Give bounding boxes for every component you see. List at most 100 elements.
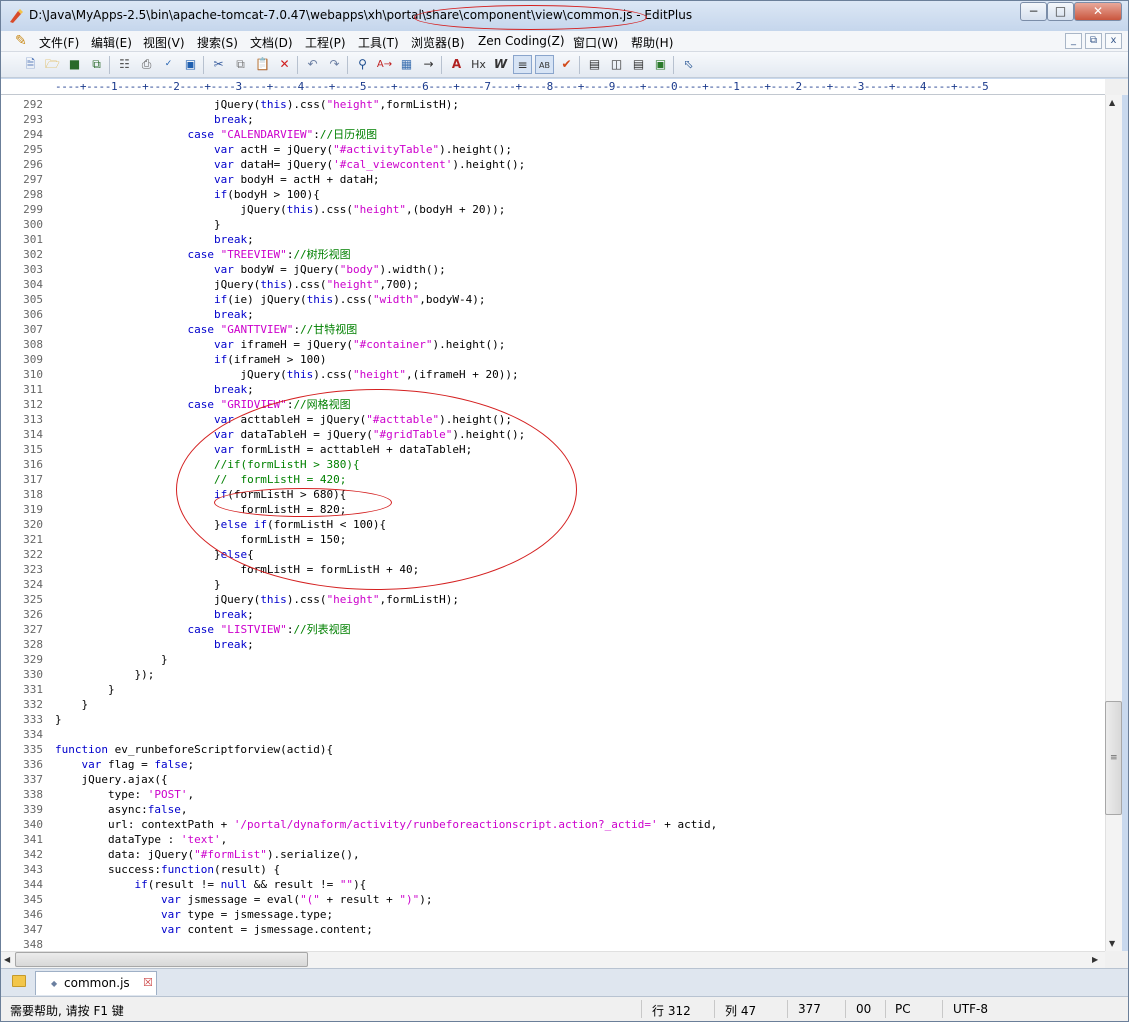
scroll-down-arrow-icon[interactable]: ▼ [1109,939,1115,948]
window-close-button[interactable]: ✕ [1074,2,1122,21]
code-line[interactable]: 303 var bodyW = jQuery("body").width(); [1,262,1105,277]
redo-icon[interactable]: ↷ [325,55,344,74]
code-line[interactable]: 345 var jsmessage = eval("(" + result + … [1,892,1105,907]
menu-edit[interactable]: 编辑(E) [91,34,132,51]
line-number-icon[interactable]: ≡ [513,55,532,74]
hx-icon[interactable]: Hx [469,55,488,74]
delete-icon[interactable]: ✕ [275,55,294,74]
scroll-left-arrow-icon[interactable]: ◀ [4,955,10,964]
new-file-icon[interactable]: 🗎 [21,55,40,74]
code-line[interactable]: 306 break; [1,307,1105,322]
code-line[interactable]: 298 if(bodyH > 100){ [1,187,1105,202]
menu-document[interactable]: 文档(D) [250,34,293,51]
code-line[interactable]: 339 async:false, [1,802,1105,817]
window-maximize-button[interactable]: □ [1047,2,1074,21]
code-line[interactable]: 314 var dataTableH = jQuery("#gridTable"… [1,427,1105,442]
code-line[interactable]: 331 } [1,682,1105,697]
code-line[interactable]: 307 case "GANTTVIEW"://甘特视图 [1,322,1105,337]
column-icon[interactable]: AB [535,55,554,74]
find-icon[interactable]: ⚲ [353,55,372,74]
code-line[interactable]: 346 var type = jsmessage.type; [1,907,1105,922]
horizontal-scroll-thumb[interactable] [15,952,308,967]
folder-icon[interactable] [12,975,26,987]
code-line[interactable]: 293 break; [1,112,1105,127]
spell-check-icon[interactable]: ✓ [159,55,178,74]
code-line[interactable]: 335 function ev_runbeforeScriptforview(ac… [1,742,1105,757]
menu-tools[interactable]: 工具(T) [358,34,399,51]
directory-icon[interactable]: ◫ [607,55,626,74]
check-icon[interactable]: ✔ [557,55,576,74]
code-line[interactable]: 294 case "CALENDARVIEW"://日历视图 [1,127,1105,142]
doc-restore-button[interactable]: ⧉ [1085,33,1102,49]
output-icon[interactable]: ▤ [629,55,648,74]
doc-close-button[interactable]: x [1105,33,1122,49]
scroll-up-arrow-icon[interactable]: ▲ [1109,98,1115,107]
menu-browser[interactable]: 浏览器(B) [411,34,465,51]
code-line[interactable]: 348 [1,937,1105,951]
code-line[interactable]: 296 var dataH= jQuery('#cal_viewcontent'… [1,157,1105,172]
doc-minimize-button[interactable]: _ [1065,33,1082,49]
goto-icon[interactable]: → [419,55,438,74]
code-line[interactable]: 330 }); [1,667,1105,682]
code-line[interactable]: 304 jQuery(this).css("height",700); [1,277,1105,292]
code-line[interactable]: 325 jQuery(this).css("height",formListH)… [1,592,1105,607]
menu-search[interactable]: 搜索(S) [197,34,238,51]
paste-icon[interactable]: 📋 [253,55,272,74]
code-line[interactable]: 292 jQuery(this).css("height",formListH)… [1,97,1105,112]
save-all-icon[interactable]: ⧉ [87,55,106,74]
code-line[interactable]: 312 case "GRIDVIEW"://网格视图 [1,397,1105,412]
cut-icon[interactable]: ✂ [209,55,228,74]
word-wrap-icon[interactable]: W [491,55,510,74]
scroll-right-arrow-icon[interactable]: ▶ [1092,955,1098,964]
code-line[interactable]: 341 dataType : 'text', [1,832,1105,847]
vertical-scrollbar[interactable] [1105,95,1122,951]
code-line[interactable]: 324 } [1,577,1105,592]
code-line[interactable]: 336 var flag = false; [1,757,1105,772]
code-line[interactable]: 347 var content = jsmessage.content; [1,922,1105,937]
code-line[interactable]: 332 } [1,697,1105,712]
code-line[interactable]: 334 [1,727,1105,742]
find-in-files-icon[interactable]: ▦ [397,55,416,74]
code-line[interactable]: 340 url: contextPath + '/portal/dynaform… [1,817,1105,832]
code-line[interactable]: 322 }else{ [1,547,1105,562]
code-line[interactable]: 310 jQuery(this).css("height",(iframeH +… [1,367,1105,382]
window-minimize-button[interactable]: − [1020,2,1047,21]
menu-help[interactable]: 帮助(H) [631,34,673,51]
copy-icon[interactable]: ⧉ [231,55,250,74]
menu-file[interactable]: 文件(F) [39,34,79,51]
code-line[interactable]: 301 break; [1,232,1105,247]
code-line[interactable]: 344 if(result != null && result != ""){ [1,877,1105,892]
font-icon[interactable]: A [447,55,466,74]
code-line[interactable]: 337 jQuery.ajax({ [1,772,1105,787]
replace-icon[interactable]: A→ [375,55,394,74]
browser-icon[interactable]: ▣ [181,55,200,74]
menu-zen-coding[interactable]: Zen Coding(Z) [478,34,565,48]
code-line[interactable]: 309 if(iframeH > 100) [1,352,1105,367]
print-preview-icon[interactable]: ☷ [115,55,134,74]
save-icon[interactable]: ■ [65,55,84,74]
help-pointer-icon[interactable]: ⬁ [679,55,698,74]
code-line[interactable]: 323 formListH = formListH + 40; [1,562,1105,577]
code-line[interactable]: 313 var acttableH = jQuery("#acttable").… [1,412,1105,427]
code-line[interactable]: 302 case "TREEVIEW"://树形视图 [1,247,1105,262]
code-line[interactable]: 327 case "LISTVIEW"://列表视图 [1,622,1105,637]
code-line[interactable]: 329 } [1,652,1105,667]
code-line[interactable]: 305 if(ie) jQuery(this).css("width",body… [1,292,1105,307]
code-line[interactable]: 343 success:function(result) { [1,862,1105,877]
cliptext-icon[interactable]: ▤ [585,55,604,74]
open-folder-icon[interactable]: 🗁 [43,55,62,74]
code-line[interactable]: 297 var bodyH = actH + dataH; [1,172,1105,187]
code-line[interactable]: 295 var actH = jQuery("#activityTable").… [1,142,1105,157]
fullscreen-icon[interactable]: ▣ [651,55,670,74]
code-line[interactable]: 308 var iframeH = jQuery("#container").h… [1,337,1105,352]
menu-project[interactable]: 工程(P) [305,34,346,51]
tab-close-icon[interactable]: ☒ [143,976,153,989]
code-line[interactable]: 338 type: 'POST', [1,787,1105,802]
code-line[interactable]: 299 jQuery(this).css("height",(bodyH + 2… [1,202,1105,217]
code-line[interactable]: 342 data: jQuery("#formList").serialize(… [1,847,1105,862]
code-line[interactable]: 300 } [1,217,1105,232]
code-line[interactable]: 328 break; [1,637,1105,652]
menu-window[interactable]: 窗口(W) [573,34,618,51]
code-line[interactable]: 326 break; [1,607,1105,622]
code-line[interactable]: 333} [1,712,1105,727]
